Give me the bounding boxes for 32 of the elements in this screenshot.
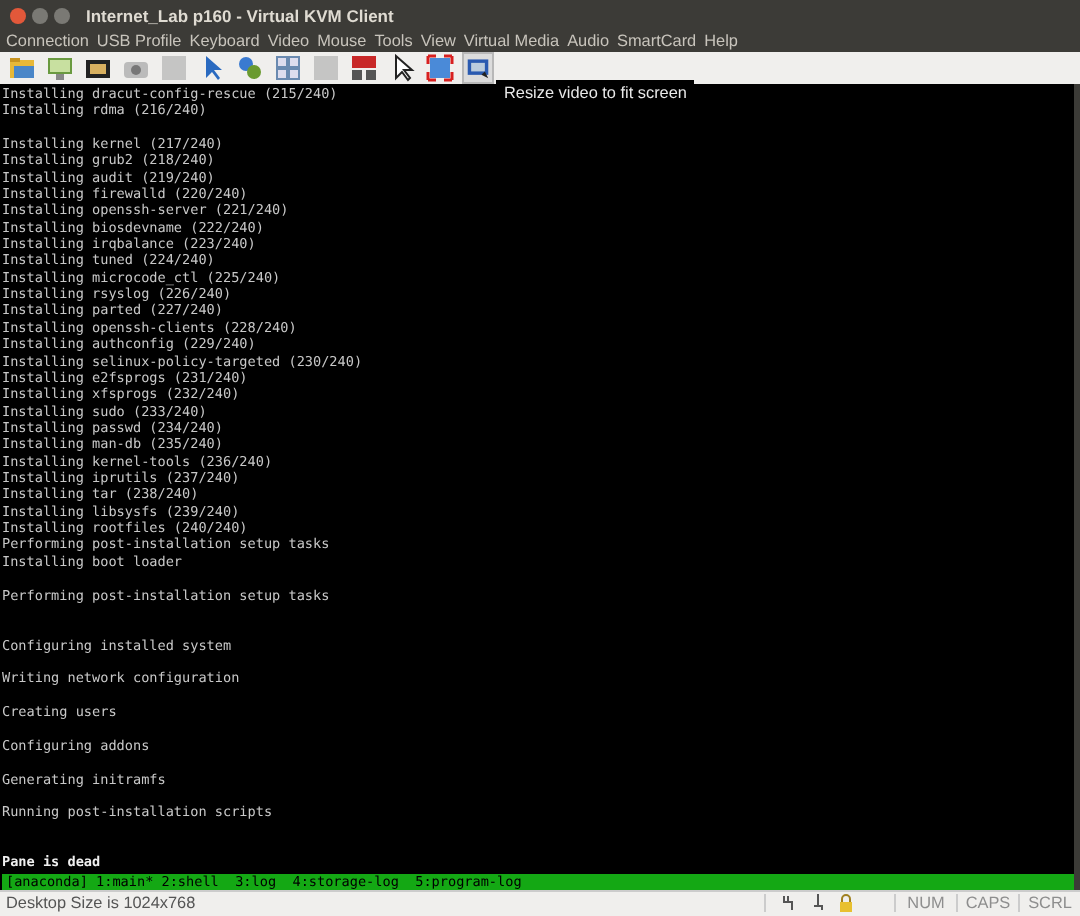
toolbar-button[interactable] bbox=[272, 51, 304, 84]
menu-item[interactable]: Keyboard bbox=[189, 31, 260, 50]
toolbar-button[interactable] bbox=[462, 51, 494, 84]
menu-item[interactable]: View bbox=[420, 31, 456, 50]
close-button[interactable] bbox=[10, 7, 26, 24]
resize-screen-icon bbox=[466, 53, 490, 82]
toolbar-button[interactable] bbox=[424, 51, 456, 84]
toolbar-button[interactable] bbox=[348, 51, 380, 84]
grid-icon bbox=[274, 53, 302, 82]
monitor-icon bbox=[46, 53, 74, 82]
status-indicator: NUM bbox=[894, 894, 956, 913]
menu-item[interactable]: Help bbox=[704, 31, 738, 50]
lock-icon bbox=[838, 894, 854, 913]
blank-square-icon bbox=[160, 53, 188, 82]
window-title: Internet_Lab p160 - Virtual KVM Client bbox=[86, 5, 394, 26]
keys-icon bbox=[350, 53, 378, 82]
menu-item[interactable]: USB Profile bbox=[96, 31, 182, 50]
menu-item[interactable]: Audio bbox=[567, 31, 610, 50]
status-text: Desktop Size is 1024x768 bbox=[4, 894, 198, 913]
menu-item[interactable]: SmartCard bbox=[617, 31, 697, 50]
menu-item[interactable]: Virtual Media bbox=[463, 31, 560, 50]
folder-icon bbox=[8, 53, 36, 82]
status-indicator: CAPS bbox=[956, 894, 1018, 913]
blank-square-icon bbox=[312, 53, 340, 82]
menu-item[interactable]: Video bbox=[267, 31, 310, 50]
menu-item[interactable]: Tools bbox=[374, 31, 413, 50]
menu-item[interactable]: Connection bbox=[6, 31, 89, 50]
maximize-button[interactable] bbox=[54, 7, 70, 24]
fullscreen-icon bbox=[426, 53, 454, 82]
menu-item[interactable]: Mouse bbox=[317, 31, 367, 50]
status-indicator: SCRL bbox=[1018, 894, 1080, 913]
minimize-button[interactable] bbox=[32, 7, 48, 24]
